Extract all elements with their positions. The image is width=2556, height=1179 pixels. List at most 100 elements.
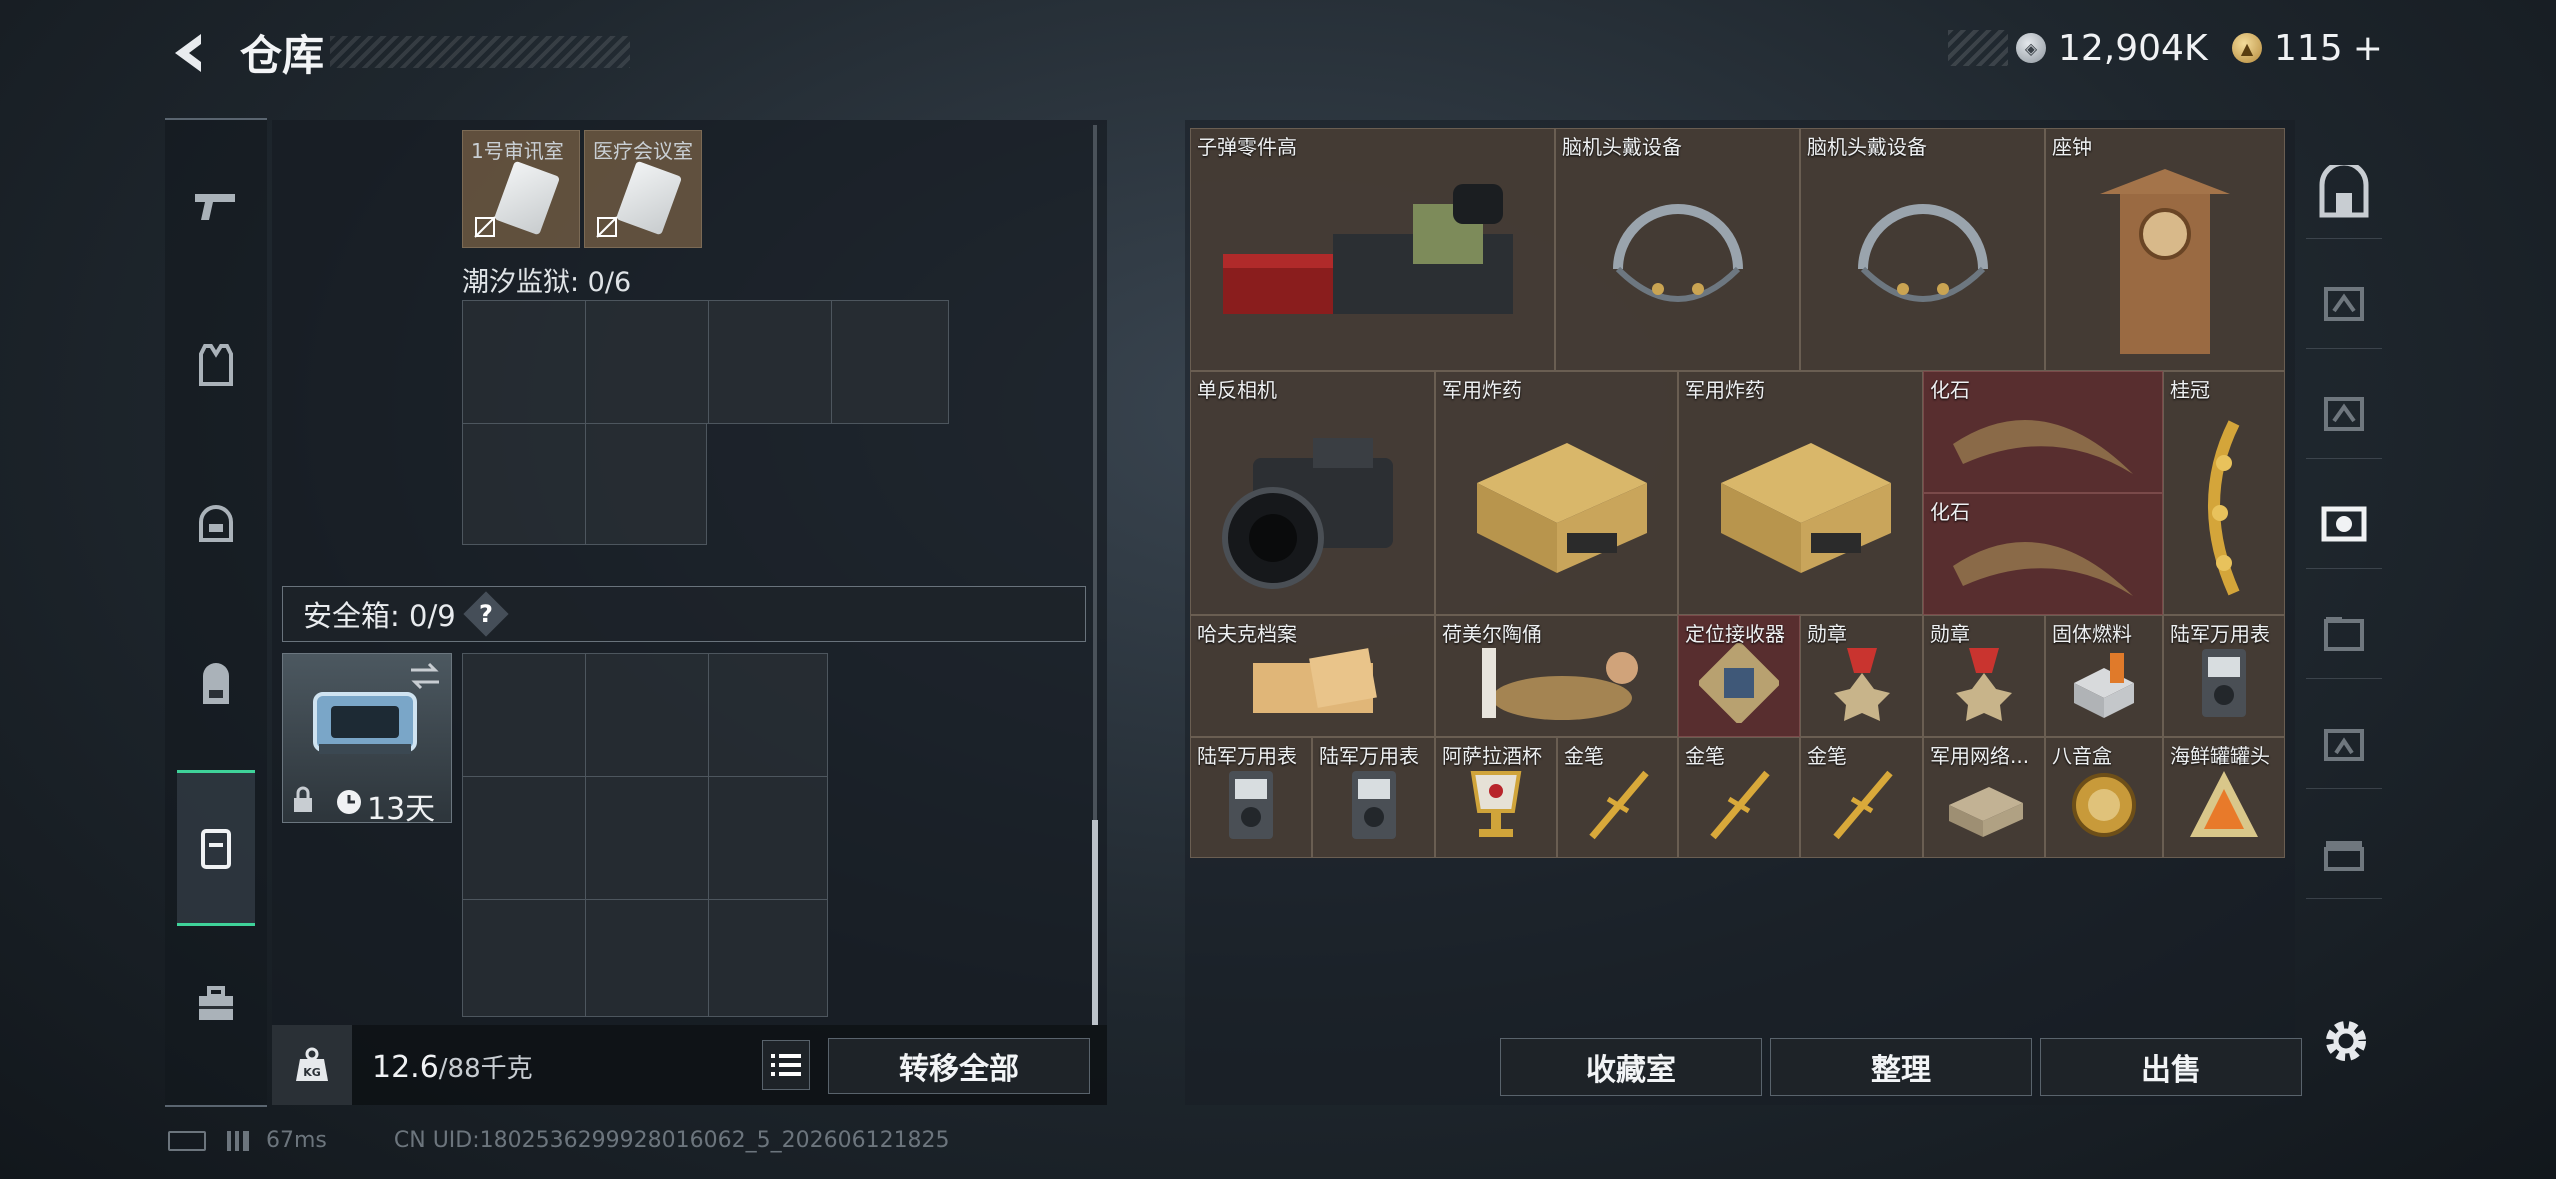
stash-item[interactable]: 陆军万用表	[1312, 737, 1435, 858]
stash-item[interactable]: 化石	[1923, 493, 2163, 615]
collection-room-button[interactable]: 收藏室	[1500, 1038, 1762, 1096]
stash-item[interactable]: 海鲜罐罐头	[2163, 737, 2285, 858]
organize-button[interactable]: 整理	[1770, 1038, 2032, 1096]
item-name: 定位接收器	[1685, 622, 1785, 646]
tab-all-stash[interactable]	[2306, 148, 2382, 239]
uid-text: CN UID:1802536299928016062_5_20260612182…	[393, 1128, 950, 1153]
safebox-slot[interactable]	[708, 653, 828, 777]
stash-item[interactable]: 八音盒	[2045, 737, 2163, 858]
gold-currency[interactable]: ▲ 115 +	[2232, 24, 2383, 72]
grid-slot[interactable]	[708, 300, 832, 424]
back-arrow-icon[interactable]	[165, 28, 215, 78]
item-name: 化石	[1930, 378, 1970, 402]
stash-item[interactable]: 军用炸药	[1678, 371, 1923, 615]
safebox-slot[interactable]	[708, 899, 828, 1017]
tab-stash-4[interactable]	[2306, 478, 2382, 569]
explosives-crate-image	[1720, 442, 1891, 573]
gold-pen-image	[1588, 770, 1649, 839]
grid-slot[interactable]	[585, 300, 709, 424]
swap-icon[interactable]	[407, 662, 443, 690]
music-box-image	[2072, 772, 2136, 837]
stash-item[interactable]: 固体燃料	[2045, 615, 2163, 737]
tab-stash-2[interactable]	[2306, 258, 2382, 349]
rail-item-backpack[interactable]	[165, 610, 267, 760]
scrollbar-thumb[interactable]	[1092, 820, 1098, 1025]
tab-stash-6[interactable]	[2306, 698, 2382, 789]
transfer-all-button[interactable]: 转移全部	[828, 1038, 1090, 1094]
stash-item[interactable]: 荷美尔陶俑	[1435, 615, 1678, 737]
safebox-slot[interactable]	[462, 899, 586, 1017]
key-card-item[interactable]: 1号审讯室	[462, 130, 580, 248]
stash-item[interactable]: 金笔	[1678, 737, 1800, 858]
safebox-slot[interactable]	[462, 776, 586, 900]
stash-item[interactable]: 勋章	[1923, 615, 2045, 737]
rail-item-safebox[interactable]	[177, 770, 255, 926]
stash-item[interactable]: 军用炸药	[1435, 371, 1678, 615]
stash-tab-icon	[2321, 506, 2367, 542]
rail-item-toolbox[interactable]	[165, 930, 267, 1080]
stash-item[interactable]: 脑机头戴设备	[1800, 128, 2045, 371]
item-name: 军用网络...	[1930, 744, 2030, 768]
stash-item[interactable]: 子弹零件高	[1190, 128, 1555, 371]
bci-headset-image	[1857, 203, 1988, 302]
stash-item[interactable]: 阿萨拉酒杯	[1435, 737, 1557, 858]
signal-icon	[227, 1131, 249, 1151]
safebox-slot[interactable]	[585, 776, 709, 900]
bci-headset-image	[1612, 203, 1743, 302]
laurel-crown-image	[2208, 419, 2240, 595]
lock-icon	[294, 786, 312, 812]
safebox-slot[interactable]	[585, 899, 709, 1017]
stash-item[interactable]: 脑机头戴设备	[1555, 128, 1800, 371]
stash-item[interactable]: 勋章	[1800, 615, 1923, 737]
stash-item[interactable]: 座钟	[2045, 128, 2285, 371]
stash-tab-icon	[2324, 617, 2364, 651]
grid-slot[interactable]	[462, 423, 586, 545]
item-label: 医疗会议室	[593, 139, 693, 163]
stash-item[interactable]: 哈夫克档案	[1190, 615, 1435, 737]
rail-item-armor[interactable]	[165, 290, 267, 440]
stash-item[interactable]: 金笔	[1800, 737, 1923, 858]
list-view-button[interactable]	[762, 1040, 810, 1090]
stash-item[interactable]: 定位接收器	[1678, 615, 1800, 737]
multimeter-image	[1229, 770, 1273, 839]
item-name: 固体燃料	[2052, 622, 2132, 646]
safebox-container-item[interactable]: 13天	[282, 653, 452, 827]
settings-gear-icon[interactable]	[2320, 1015, 2372, 1067]
silver-currency-value: 12,904K	[2058, 27, 2208, 69]
stash-item[interactable]: 金笔	[1557, 737, 1678, 858]
grid-slot[interactable]	[462, 300, 586, 424]
rail-item-helmet[interactable]	[165, 450, 267, 600]
add-currency-button[interactable]: +	[2353, 28, 2383, 69]
item-name: 哈夫克档案	[1197, 622, 1297, 646]
safebox-slot[interactable]	[708, 776, 828, 900]
tab-stash-3[interactable]	[2306, 368, 2382, 459]
stash-item[interactable]: 化石	[1923, 371, 2163, 493]
stash-item[interactable]: 陆军万用表	[2163, 615, 2285, 737]
help-icon[interactable]: ?	[463, 591, 509, 637]
item-name: 军用炸药	[1685, 378, 1765, 402]
stash-item[interactable]: 单反相机	[1190, 371, 1435, 615]
tab-stash-5[interactable]	[2306, 588, 2382, 679]
item-name: 勋章	[1807, 622, 1847, 646]
stash-tabs-rail	[2298, 118, 2390, 1103]
grid-slot[interactable]	[585, 423, 707, 545]
stash-item[interactable]: 军用网络...	[1923, 737, 2045, 858]
rail-item-weapons[interactable]	[165, 130, 267, 280]
weight-icon: KG	[272, 1025, 352, 1105]
tab-stash-7[interactable]	[2306, 808, 2382, 899]
item-name: 海鲜罐罐头	[2170, 744, 2270, 768]
grid-slot[interactable]	[831, 300, 949, 424]
pistol-icon	[195, 194, 235, 220]
sell-button[interactable]: 出售	[2040, 1038, 2302, 1096]
item-name: 金笔	[1685, 744, 1725, 768]
stash-item[interactable]: 桂冠	[2163, 371, 2285, 615]
ping-value: 67ms	[266, 1128, 327, 1153]
key-card-item[interactable]: 医疗会议室	[584, 130, 702, 248]
clock-icon	[337, 790, 361, 814]
fossil-claw-image	[1953, 420, 2133, 475]
stash-item[interactable]: 陆军万用表	[1190, 737, 1312, 858]
safebox-slot[interactable]	[585, 653, 709, 777]
safebox-case-image	[313, 692, 417, 754]
item-name: 阿萨拉酒杯	[1442, 744, 1542, 768]
safebox-slot[interactable]	[462, 653, 586, 777]
